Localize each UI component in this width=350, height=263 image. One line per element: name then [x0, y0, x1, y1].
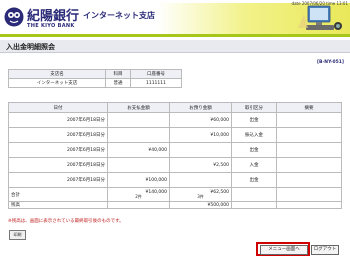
bank-name: 紀陽銀行	[27, 9, 80, 24]
account-type: 普通	[105, 78, 131, 88]
account-header-spacer	[182, 70, 342, 79]
account-header-number: 口座番号	[130, 69, 182, 79]
tx-header-deposit: お預り金額	[169, 102, 232, 113]
account-row-spacer	[182, 79, 342, 88]
table-row: 2007年6月18日分 ¥60,000 出金	[8, 112, 342, 128]
account-number: 1111111	[130, 78, 182, 88]
tx-date: 2007年6月18日分	[8, 172, 108, 188]
tx-header-date: 日付	[8, 102, 108, 113]
bank-logo-icon	[4, 7, 24, 27]
bank-name-english: THE KIYO BANK	[27, 23, 75, 29]
total-withdrawal-cell: ¥140,000 2件	[107, 187, 170, 202]
balance-withdrawal-empty	[107, 201, 170, 209]
tx-type: 出金	[231, 142, 277, 158]
total-label: 合計	[8, 187, 108, 202]
print-button[interactable]: 印刷	[9, 230, 26, 240]
balance-memo-empty	[276, 201, 342, 209]
total-row: 合計 ¥140,000 2件 ¥62,500 3件	[8, 187, 342, 202]
tx-deposit: ¥2,500	[169, 157, 232, 173]
table-row: 2007年6月18日分 ¥10,000 振込入金	[8, 127, 342, 143]
tx-deposit	[169, 142, 232, 158]
transaction-table: 日付 お支払金額 お預り金額 取引区分 摘要 2007年6月18日分 ¥60,0…	[8, 102, 342, 209]
account-table: 支店名 科目 口座番号 インターネット支店 普通 1111111	[8, 69, 342, 88]
total-deposit-cell: ¥62,500 3件	[169, 187, 232, 202]
tx-header-type: 取引区分	[231, 102, 277, 113]
tx-withdrawal	[107, 127, 170, 143]
tx-memo	[276, 112, 342, 128]
tx-deposit: ¥10,000	[169, 127, 232, 143]
tx-memo	[276, 127, 342, 143]
table-row: 2007年6月18日分 ¥100,000 出金	[8, 172, 342, 188]
page-title-bar: 入出金明細照会	[0, 40, 350, 53]
tx-deposit	[169, 172, 232, 188]
table-row: 2007年6月18日分 ¥40,000 出金	[8, 142, 342, 158]
tx-memo	[276, 142, 342, 158]
tx-memo	[276, 157, 342, 173]
tx-date: 2007年6月18日分	[8, 157, 108, 173]
tx-type: 入金	[231, 157, 277, 173]
tx-deposit: ¥60,000	[169, 112, 232, 128]
tx-withdrawal	[107, 112, 170, 128]
tx-type: 振込入金	[231, 127, 277, 143]
total-withdrawal: ¥140,000	[145, 190, 167, 195]
account-header-type: 科目	[105, 69, 131, 79]
logout-button[interactable]: ログアウト	[311, 245, 339, 255]
tx-type: 出金	[231, 112, 277, 128]
header-divider	[0, 34, 350, 37]
header: date 2007/06/20 time 13:01 紀陽銀行 インターネット支…	[0, 0, 350, 34]
tx-header-withdrawal: お支払金額	[107, 102, 170, 113]
computer-illustration-icon	[298, 5, 342, 30]
account-header-row: 支店名 科目 口座番号	[8, 69, 342, 79]
total-deposit-count: 3件	[197, 194, 204, 199]
balance-value: ¥500,000	[169, 201, 232, 209]
tx-type: 出金	[231, 172, 277, 188]
page-title: 入出金明細照会	[6, 43, 55, 51]
balance-type-empty	[231, 201, 277, 209]
tx-header-memo: 摘要	[276, 102, 342, 113]
total-withdrawal-count: 2件	[135, 194, 142, 199]
transaction-header-row: 日付 お支払金額 お預り金額 取引区分 摘要	[8, 102, 342, 113]
tx-date: 2007年6月18日分	[8, 112, 108, 128]
account-header-branch: 支店名	[8, 69, 106, 79]
tx-withdrawal	[107, 157, 170, 173]
balance-label: 残高	[8, 201, 108, 209]
balance-note: ※残高は、画面に表示されている最終取引後のものです。	[8, 219, 124, 224]
menu-button[interactable]: メニュー画面へ	[260, 245, 308, 255]
tx-date: 2007年6月18日分	[8, 142, 108, 158]
tx-withdrawal: ¥100,000	[107, 172, 170, 188]
account-row: インターネット支店 普通 1111111	[8, 78, 342, 88]
total-type-empty	[231, 187, 277, 202]
total-deposit: ¥62,500	[210, 190, 229, 195]
table-row: 2007年6月18日分 ¥2,500 入金	[8, 157, 342, 173]
branch-name: インターネット支店	[83, 11, 155, 20]
balance-row: 残高 ¥500,000	[8, 201, 342, 209]
total-memo-empty	[276, 187, 342, 202]
tx-date: 2007年6月18日分	[8, 127, 108, 143]
tx-memo	[276, 172, 342, 188]
account-branch: インターネット支店	[8, 78, 106, 88]
page-code: [B-NY-051]	[316, 60, 344, 65]
tx-withdrawal: ¥40,000	[107, 142, 170, 158]
